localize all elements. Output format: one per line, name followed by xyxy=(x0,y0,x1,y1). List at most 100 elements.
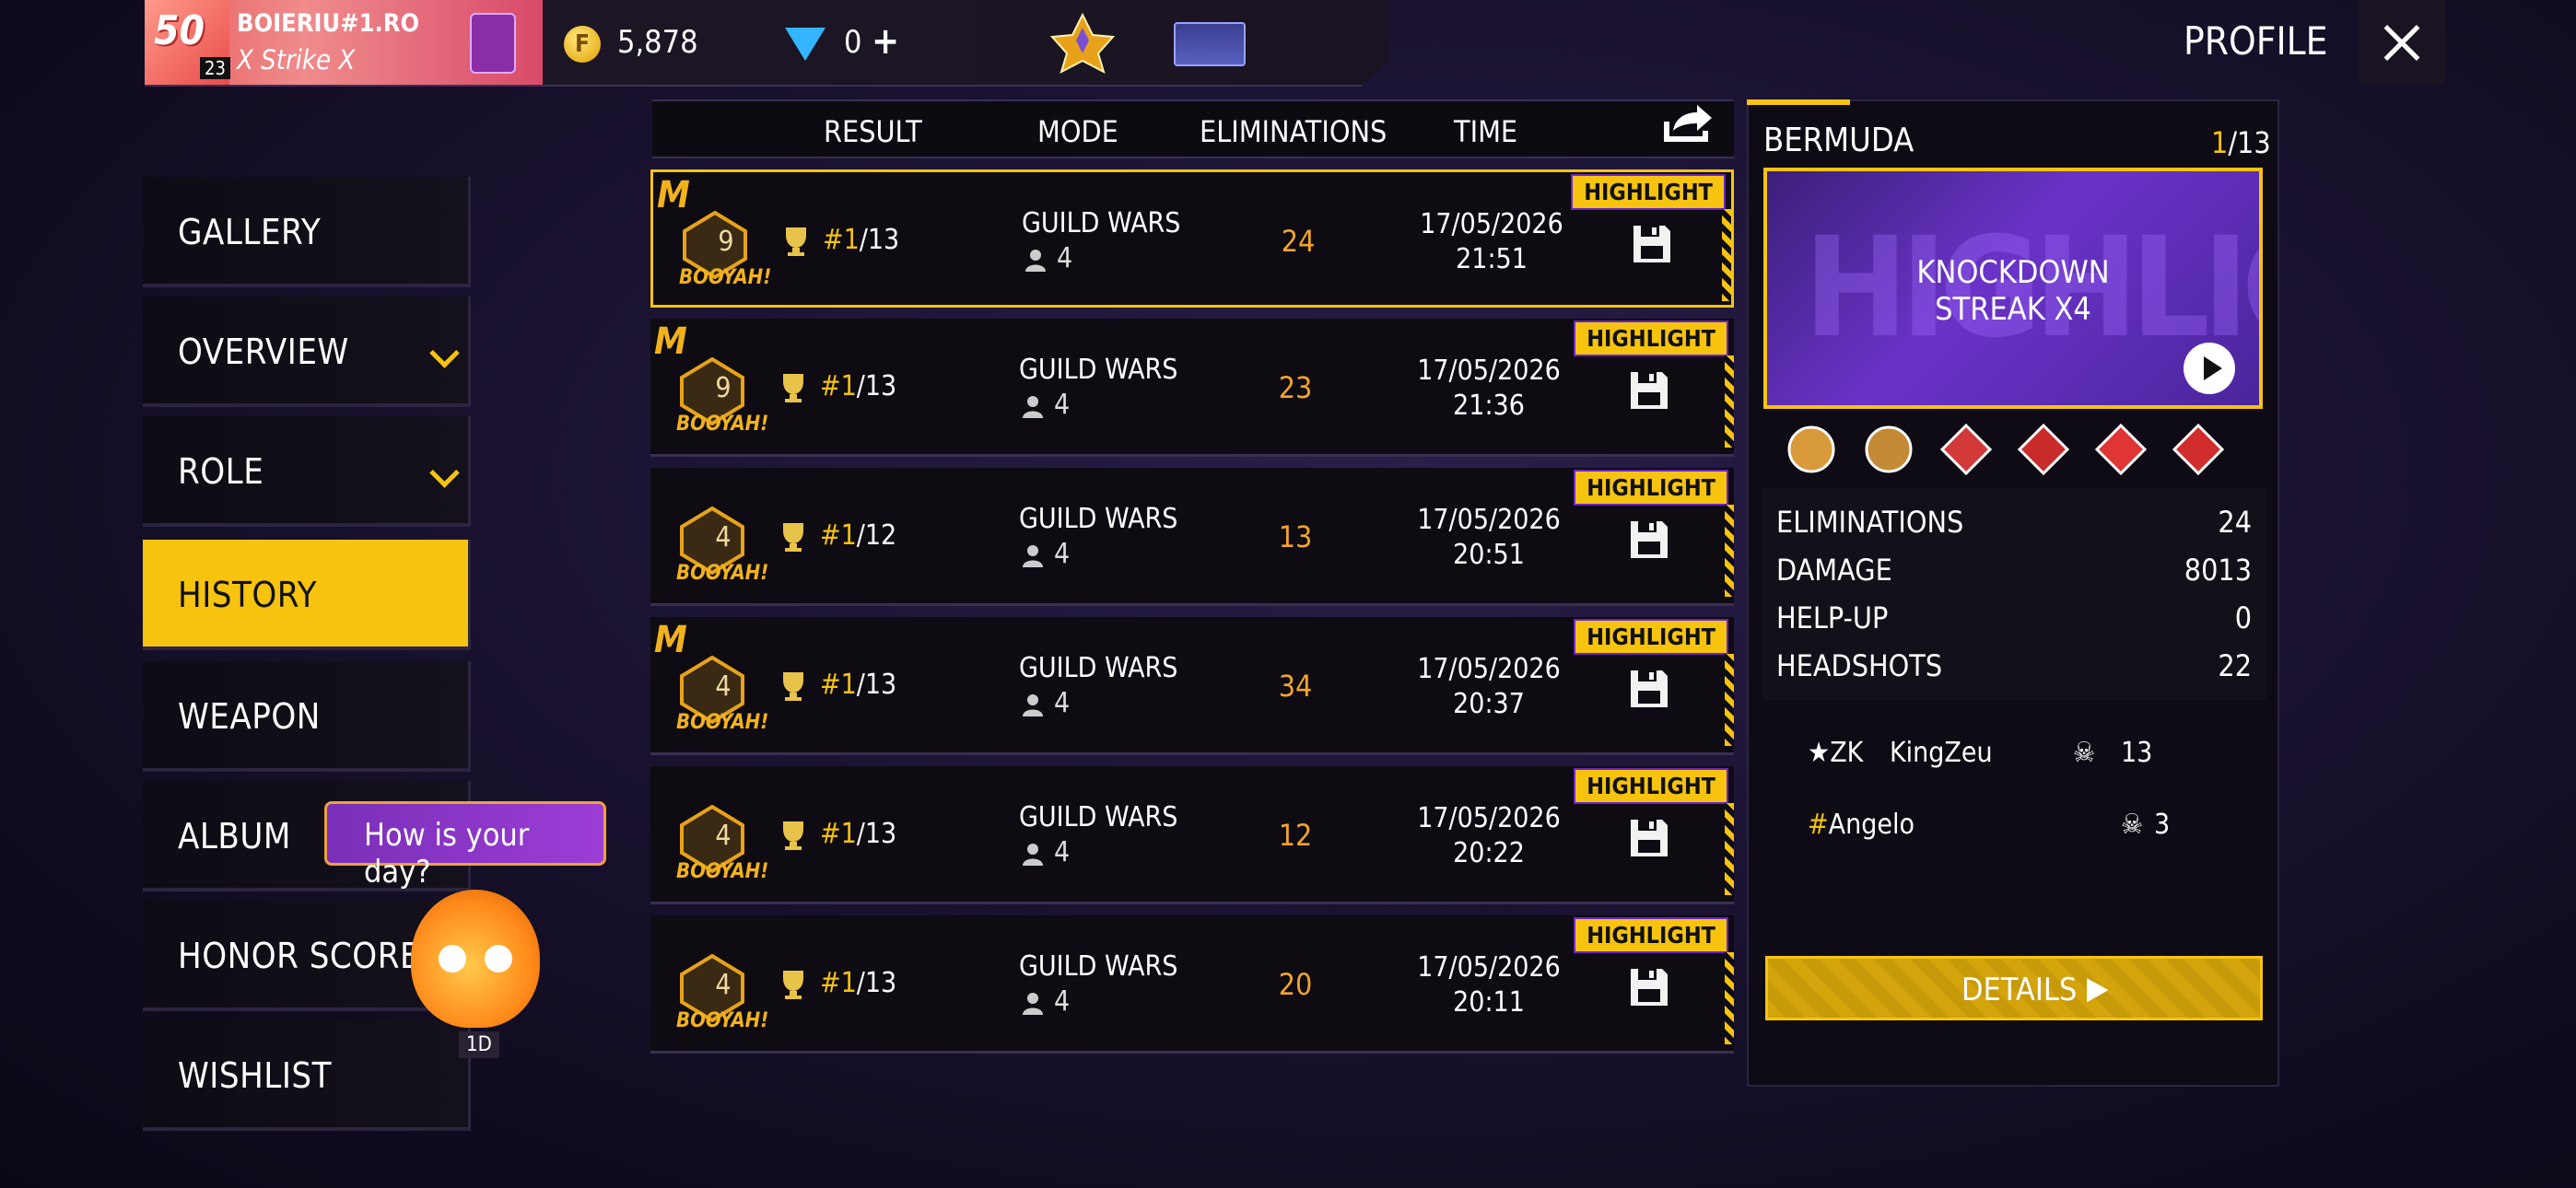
highlight-badge[interactable]: HIGHLIGHT xyxy=(1571,174,1726,210)
highlight-badge[interactable]: HIGHLIGHT xyxy=(1574,470,1728,506)
panel-accent xyxy=(1747,99,1850,105)
player-name: BOIERIU#1.RO xyxy=(237,9,420,38)
arrow-right-icon: ▶ xyxy=(2087,970,2109,1007)
match-datetime: 17/05/2026 20:11 xyxy=(1397,950,1581,1020)
stripe-decoration xyxy=(1722,209,1731,301)
save-icon[interactable] xyxy=(1627,667,1671,711)
medal-icon xyxy=(2094,423,2148,476)
booyah-label: BOOYAH! xyxy=(676,1009,769,1032)
save-icon[interactable] xyxy=(1627,965,1671,1009)
rank-value: #1 xyxy=(820,519,857,552)
match-datetime: 17/05/2026 21:51 xyxy=(1399,207,1584,277)
stat-help-up: HELP-UP 0 xyxy=(1776,600,2252,635)
user-icon xyxy=(1023,992,1043,1015)
save-icon[interactable] xyxy=(1627,518,1671,562)
trophy-icon xyxy=(783,971,803,999)
sidebar-item-gallery[interactable]: GALLERY xyxy=(143,177,471,287)
ticket-icon[interactable] xyxy=(1174,22,1246,66)
eliminations-value: 20 xyxy=(1278,967,1313,1002)
sidebar-item-role[interactable]: ROLE xyxy=(143,416,471,527)
teammate-row[interactable]: ★ZK KingZeu ☠ 13 xyxy=(1808,737,2152,769)
match-rank-total: /13 xyxy=(2228,125,2271,160)
stripe-decoration xyxy=(1725,654,1734,746)
sidebar-item-weapon[interactable]: WEAPON xyxy=(143,661,471,772)
save-icon[interactable] xyxy=(1627,368,1671,413)
highlight-video-card[interactable]: HIGHLIGHT KNOCKDOWN STREAK X4 xyxy=(1763,168,2263,409)
user-icon xyxy=(1023,693,1043,716)
match-date: 17/05/2026 xyxy=(1417,355,1561,387)
save-icon[interactable] xyxy=(1630,222,1674,266)
highlight-badge[interactable]: HIGHLIGHT xyxy=(1574,768,1728,804)
rank-total: /12 xyxy=(856,519,897,552)
emblem-number: 4 xyxy=(715,969,732,1001)
sidebar-item-wishlist[interactable]: WISHLIST xyxy=(143,1020,471,1131)
highlight-badge[interactable]: HIGHLIGHT xyxy=(1574,619,1728,655)
emblem-number: 4 xyxy=(715,670,732,703)
match-rank: #1/12 xyxy=(820,519,896,552)
eliminations-value: 23 xyxy=(1278,370,1313,405)
chevron-down-icon xyxy=(429,338,460,368)
save-icon[interactable] xyxy=(1627,816,1671,860)
players-value: 4 xyxy=(1054,687,1071,719)
play-icon[interactable] xyxy=(2184,343,2235,394)
stat-label: DAMAGE xyxy=(1776,553,1892,588)
medal-icon xyxy=(2172,423,2225,476)
sidebar-item-label: WEAPON xyxy=(178,696,321,737)
table-row[interactable]: 4 BOOYAH! #1/13 GUILD WARS 4 12 17/05/2026 20:2… xyxy=(650,766,1734,904)
highlight-badge[interactable]: HIGHLIGHT xyxy=(1574,320,1728,356)
match-rank: #1/13 xyxy=(823,224,899,256)
booyah-label: BOOYAH! xyxy=(676,860,769,883)
close-button[interactable] xyxy=(2359,0,2445,85)
highlight-title: KNOCKDOWN STREAK X4 xyxy=(1767,254,2259,328)
players-count: 4 xyxy=(1021,538,1070,570)
coin-balance: 5,878 xyxy=(617,24,698,61)
rank-total: /13 xyxy=(859,224,900,256)
table-row[interactable]: M 9 BOOYAH! #1/13 GUILD WARS 4 24 17/05/2026 21:… xyxy=(650,169,1734,308)
match-date: 17/05/2026 xyxy=(1417,653,1561,685)
players-value: 4 xyxy=(1054,985,1071,1018)
sidebar-item-label: WISHLIST xyxy=(178,1055,333,1096)
table-row[interactable]: M 9 BOOYAH! #1/13 GUILD WARS 4 23 17/05/2026 21:… xyxy=(650,319,1734,457)
details-button[interactable]: DETAILS ▶ xyxy=(1765,956,2263,1020)
booyah-label: BOOYAH! xyxy=(676,562,769,585)
gold-coin-icon: F xyxy=(564,26,601,63)
user-icon xyxy=(1023,544,1043,567)
player-level-sub: 23 xyxy=(200,57,230,79)
map-name: BERMUDA xyxy=(1763,122,1914,159)
column-header-eliminations: ELIMINATIONS xyxy=(1200,114,1388,149)
stripe-decoration xyxy=(1725,355,1734,448)
user-icon xyxy=(1023,843,1043,866)
stat-label: ELIMINATIONS xyxy=(1776,505,1964,540)
players-count: 4 xyxy=(1021,389,1070,421)
medal-icon xyxy=(1939,423,1993,476)
trophy-icon xyxy=(783,672,803,701)
highlight-badge[interactable]: HIGHLIGHT xyxy=(1574,917,1728,953)
match-mode: GUILD WARS xyxy=(1019,503,1178,535)
match-time: 20:11 xyxy=(1453,986,1525,1019)
add-diamond-button[interactable]: + xyxy=(872,20,899,63)
match-rank-number: 1 xyxy=(2211,125,2229,160)
players-value: 4 xyxy=(1054,389,1071,421)
sidebar-item-history[interactable]: HISTORY xyxy=(143,540,471,650)
table-row[interactable]: 4 BOOYAH! #1/13 GUILD WARS 4 20 17/05/2026 20:1… xyxy=(650,915,1734,1054)
user-icon xyxy=(1023,395,1043,418)
match-datetime: 17/05/2026 20:51 xyxy=(1397,503,1581,573)
players-value: 4 xyxy=(1054,538,1071,570)
stripe-decoration xyxy=(1725,505,1734,597)
pet-eye-icon xyxy=(485,945,512,973)
rank-emblem-icon[interactable] xyxy=(1050,13,1115,74)
sidebar-item-label: OVERVIEW xyxy=(178,332,349,372)
table-row[interactable]: 4 BOOYAH! #1/12 GUILD WARS 4 13 17/05/2026 20:5… xyxy=(650,468,1734,606)
rank-total: /13 xyxy=(856,967,897,999)
sidebar-item-overview[interactable]: OVERVIEW xyxy=(143,297,471,407)
share-icon[interactable] xyxy=(1660,103,1714,146)
teammate-row[interactable]: #Angelo ☠ 3 xyxy=(1808,809,2170,841)
page-title: PROFILE xyxy=(2184,18,2328,64)
pet-avatar[interactable] xyxy=(411,890,540,1028)
gem-badge-icon xyxy=(470,13,516,74)
column-header-result: RESULT xyxy=(824,114,922,149)
table-row[interactable]: M 4 BOOYAH! #1/13 GUILD WARS 4 34 17/05/2026 20:… xyxy=(650,617,1734,755)
match-mode: GUILD WARS xyxy=(1019,950,1178,983)
stat-value: 22 xyxy=(2218,648,2252,683)
pet-tooltip[interactable]: How is your day? xyxy=(324,801,606,891)
